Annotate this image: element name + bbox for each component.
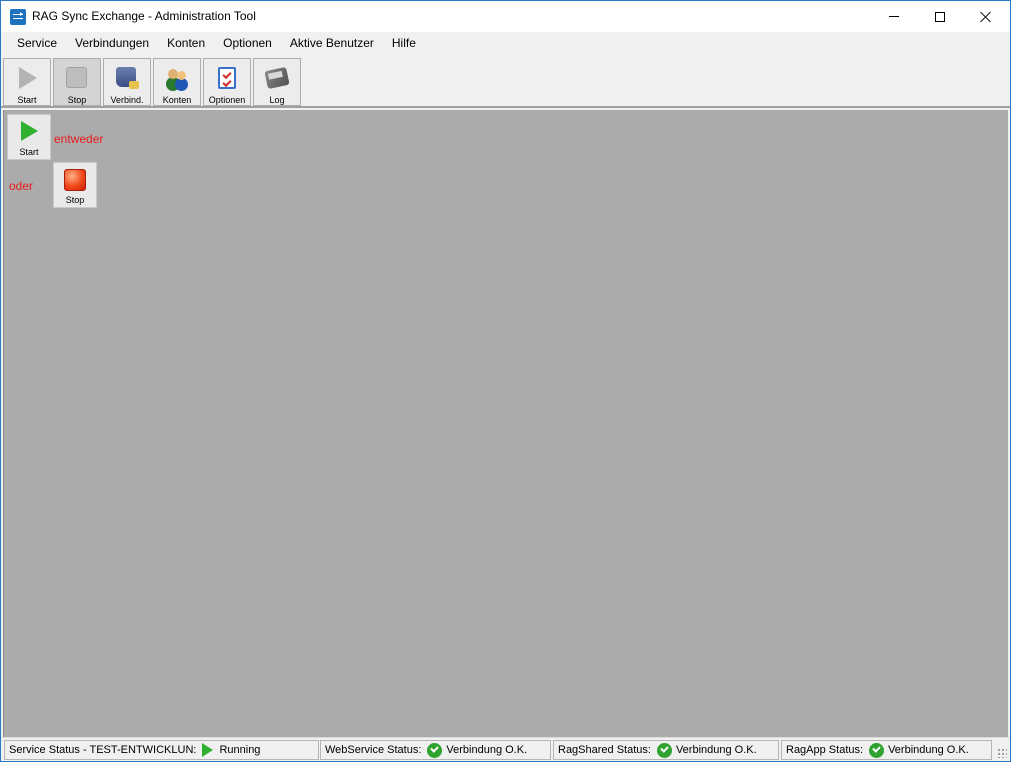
database-icon xyxy=(116,67,139,89)
play-icon xyxy=(21,121,38,141)
toolbar-stop-label: Stop xyxy=(67,95,87,105)
workspace-start-label: Start xyxy=(19,147,39,157)
ragshared-status-label: RagShared Status: xyxy=(558,744,651,756)
maximize-button[interactable] xyxy=(917,1,963,32)
minimize-icon xyxy=(889,16,899,17)
toolbar-start-button[interactable]: Start xyxy=(3,58,51,106)
menu-hilfe[interactable]: Hilfe xyxy=(383,32,425,56)
menu-konten[interactable]: Konten xyxy=(158,32,214,56)
ragapp-status-value: Verbindung O.K. xyxy=(888,744,969,756)
ragshared-status-value: Verbindung O.K. xyxy=(675,744,757,756)
app-sync-icon xyxy=(10,9,26,25)
workspace-stop-label: Stop xyxy=(65,195,85,205)
service-status-label: Service Status - TEST-ENTWICKLUN: xyxy=(9,744,197,756)
either-text: entweder xyxy=(54,132,104,146)
menu-optionen[interactable]: Optionen xyxy=(214,32,281,56)
window-title: RAG Sync Exchange - Administration Tool xyxy=(32,9,256,23)
ragapp-status-panel: RagApp Status: Verbindung O.K. xyxy=(781,740,992,760)
webservice-status-panel: WebService Status: Verbindung O.K. xyxy=(320,740,551,760)
stop-icon xyxy=(66,67,87,88)
or-text: oder xyxy=(9,179,34,193)
close-icon xyxy=(980,11,992,23)
webservice-status-label: WebService Status: xyxy=(325,744,422,756)
check-circle-icon xyxy=(656,742,672,758)
check-circle-icon xyxy=(427,742,443,758)
close-button[interactable] xyxy=(963,1,1009,32)
toolbar-verbind-button[interactable]: Verbind. xyxy=(103,58,151,106)
toolbar: Start Stop Verbind. Konten Optionen Log xyxy=(1,56,1010,108)
play-icon xyxy=(19,67,37,89)
service-status-value: Running xyxy=(219,744,261,756)
check-circle-icon xyxy=(869,742,885,758)
title-bar[interactable]: RAG Sync Exchange - Administration Tool xyxy=(1,1,1010,32)
resize-grip-icon[interactable] xyxy=(997,748,1007,758)
toolbar-start-label: Start xyxy=(17,95,37,105)
workspace: Start entweder oder Stop xyxy=(3,110,1008,737)
toolbar-optionen-label: Optionen xyxy=(208,95,246,105)
toolbar-stop-button[interactable]: Stop xyxy=(53,58,101,106)
menu-verbindungen[interactable]: Verbindungen xyxy=(66,32,158,56)
toolbar-konten-button[interactable]: Konten xyxy=(153,58,201,106)
checklist-icon xyxy=(218,67,236,89)
ragapp-status-label: RagApp Status: xyxy=(786,744,864,756)
status-bar: Service Status - TEST-ENTWICKLUN: Runnin… xyxy=(1,737,1010,761)
maximize-icon xyxy=(935,11,945,22)
toolbar-optionen-button[interactable]: Optionen xyxy=(203,58,251,106)
webservice-status-value: Verbindung O.K. xyxy=(446,744,528,756)
toolbar-konten-label: Konten xyxy=(162,95,192,105)
users-icon xyxy=(166,67,188,89)
toolbar-log-button[interactable]: Log xyxy=(253,58,301,106)
service-status-panel: Service Status - TEST-ENTWICKLUN: Runnin… xyxy=(4,740,319,760)
workspace-stop-button[interactable]: Stop xyxy=(53,162,97,208)
workspace-start-button[interactable]: Start xyxy=(7,114,51,160)
menu-service[interactable]: Service xyxy=(8,32,66,56)
menu-aktive-benutzer[interactable]: Aktive Benutzer xyxy=(281,32,383,56)
stop-icon xyxy=(64,169,86,191)
running-icon xyxy=(202,743,214,757)
ragshared-status-panel: RagShared Status: Verbindung O.K. xyxy=(553,740,779,760)
minimize-button[interactable] xyxy=(871,1,917,32)
app-window: RAG Sync Exchange - Administration Tool … xyxy=(0,0,1011,762)
toolbar-log-label: Log xyxy=(269,95,285,105)
menu-bar: Service Verbindungen Konten Optionen Akt… xyxy=(1,32,1010,56)
toolbar-verbind-label: Verbind. xyxy=(110,95,144,105)
log-book-icon xyxy=(264,66,290,90)
